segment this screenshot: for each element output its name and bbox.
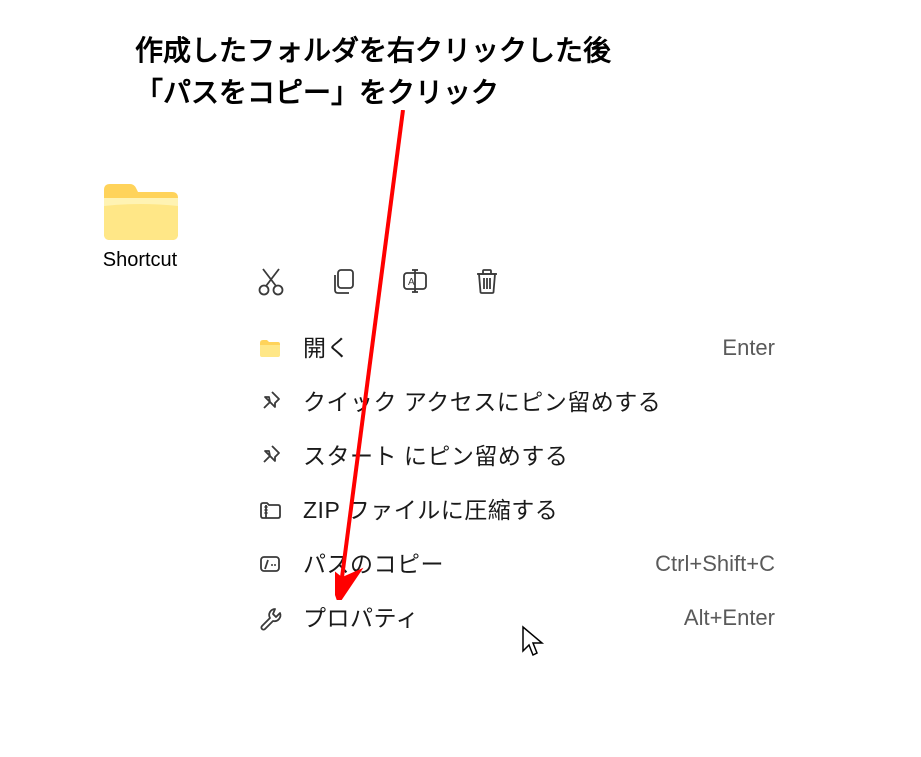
copy-icon[interactable] [327,265,359,297]
menu-properties-label: プロパティ [303,607,666,630]
menu-properties-shortcut: Alt+Enter [684,607,775,629]
instruction-line-1: 作成したフォルダを右クリックした後 [135,35,611,66]
menu-zip[interactable]: ZIP ファイルに圧縮する [235,483,795,537]
menu-open-shortcut: Enter [722,337,775,359]
instruction-line-2: 「パスをコピー」をクリック [135,77,499,108]
folder-icon [100,178,180,243]
folder-label: Shortcut [85,249,195,272]
menu-properties[interactable]: プロパティ Alt+Enter [235,591,795,645]
menu-copy-path-shortcut: Ctrl+Shift+C [655,553,775,575]
mouse-cursor-icon [520,625,546,659]
menu-open-label: 開く [303,337,704,360]
instruction-text: 作成したフォルダを右クリックした後 「パスをコピー」をクリック [135,30,611,114]
svg-text:A: A [408,277,415,288]
pin-icon [255,387,285,417]
menu-copy-path[interactable]: パスのコピー Ctrl+Shift+C [235,537,795,591]
folder-open-icon [255,333,285,363]
menu-open[interactable]: 開く Enter [235,321,795,375]
desktop-folder[interactable]: Shortcut [85,178,195,272]
pin-icon [255,441,285,471]
menu-pin-start[interactable]: スタート にピン留めする [235,429,795,483]
menu-pin-quick-label: クイック アクセスにピン留めする [303,391,757,414]
copy-path-icon [255,549,285,579]
delete-icon[interactable] [471,265,503,297]
context-menu: A 開く Enter [235,245,795,645]
quick-actions-row: A [235,257,795,321]
menu-pin-quick-access[interactable]: クイック アクセスにピン留めする [235,375,795,429]
menu-copy-path-label: パスのコピー [303,553,637,576]
rename-icon[interactable]: A [399,265,431,297]
cut-icon[interactable] [255,265,287,297]
zip-icon [255,495,285,525]
menu-pin-start-label: スタート にピン留めする [303,445,757,468]
wrench-icon [255,603,285,633]
menu-zip-label: ZIP ファイルに圧縮する [303,499,757,522]
